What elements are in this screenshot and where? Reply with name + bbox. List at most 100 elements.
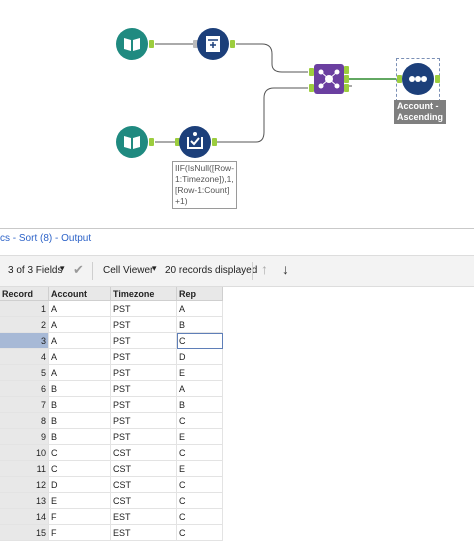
cell-timezone[interactable]: PST [110,316,177,333]
cell-rep[interactable]: C [176,444,223,461]
cell-account[interactable]: A [48,300,111,317]
column-header-record[interactable]: Record [0,287,49,301]
cell-account[interactable]: B [48,380,111,397]
cell-timezone[interactable]: PST [110,348,177,365]
cell-account[interactable]: A [48,348,111,365]
cell-rep[interactable]: C [176,476,223,493]
table-row[interactable]: 15 F EST C [0,524,223,541]
cell-record[interactable]: 4 [0,348,49,365]
check-icon[interactable]: ✔ [73,262,84,278]
cell-account[interactable]: F [48,508,111,525]
sort-tool[interactable] [402,63,434,95]
cell-timezone[interactable]: CST [110,492,177,509]
input-data-tool-1[interactable] [116,28,148,60]
cell-record[interactable]: 13 [0,492,49,509]
dropdown-arrow-icon[interactable]: ▾ [152,263,157,274]
multi-row-formula-tool[interactable] [179,126,211,158]
cell-rep[interactable]: B [176,396,223,413]
cell-timezone[interactable]: PST [110,412,177,429]
table-row[interactable]: 3 A PST C [0,332,223,349]
table-row[interactable]: 14 F EST C [0,508,223,525]
append-tool[interactable] [197,28,229,60]
table-row[interactable]: 5 A PST E [0,364,223,381]
join-j-output[interactable] [344,75,349,83]
output-anchor[interactable] [212,138,217,146]
output-anchor[interactable] [149,138,154,146]
table-row[interactable]: 10 C CST C [0,444,223,461]
cell-account[interactable]: B [48,412,111,429]
cell-timezone[interactable]: CST [110,444,177,461]
arrow-down-icon[interactable]: ↓ [282,261,289,277]
cell-viewer-dropdown[interactable]: Cell Viewer [103,265,153,276]
cell-record[interactable]: 1 [0,300,49,317]
cell-record[interactable]: 14 [0,508,49,525]
cell-record[interactable]: 3 [0,332,49,349]
table-row[interactable]: 4 A PST D [0,348,223,365]
cell-rep[interactable]: E [176,460,223,477]
cell-account[interactable]: A [48,332,111,349]
cell-record[interactable]: 5 [0,364,49,381]
cell-rep[interactable]: C [176,332,223,349]
table-row[interactable]: 8 B PST C [0,412,223,429]
fields-dropdown[interactable]: 3 of 3 Fields [8,265,62,276]
column-header-rep[interactable]: Rep [176,287,223,301]
cell-account[interactable]: E [48,492,111,509]
column-header-timezone[interactable]: Timezone [110,287,177,301]
cell-rep[interactable]: E [176,364,223,381]
output-anchor[interactable] [435,75,440,83]
join-l-output[interactable] [344,66,349,74]
workflow-canvas[interactable]: IIF(IsNull([Row- 1:Timezone]),1, [Row-1:… [0,0,474,228]
cell-record[interactable]: 10 [0,444,49,461]
cell-timezone[interactable]: CST [110,476,177,493]
cell-account[interactable]: D [48,476,111,493]
output-anchor[interactable] [149,40,154,48]
cell-record[interactable]: 9 [0,428,49,445]
cell-account[interactable]: C [48,444,111,461]
dropdown-arrow-icon[interactable]: ▾ [60,263,65,274]
cell-record[interactable]: 8 [0,412,49,429]
cell-rep[interactable]: C [176,524,223,541]
column-header-account[interactable]: Account [48,287,111,301]
cell-timezone[interactable]: PST [110,332,177,349]
cell-timezone[interactable]: PST [110,396,177,413]
output-anchor[interactable] [230,40,235,48]
cell-account[interactable]: A [48,364,111,381]
cell-account[interactable]: C [48,460,111,477]
arrow-up-icon[interactable]: ↑ [261,261,268,277]
cell-timezone[interactable]: PST [110,380,177,397]
table-row[interactable]: 12 D CST C [0,476,223,493]
cell-account[interactable]: A [48,316,111,333]
cell-rep[interactable]: B [176,316,223,333]
cell-timezone[interactable]: PST [110,300,177,317]
cell-rep[interactable]: C [176,508,223,525]
cell-record[interactable]: 15 [0,524,49,541]
cell-rep[interactable]: A [176,380,223,397]
join-tool[interactable] [314,64,344,94]
cell-record[interactable]: 12 [0,476,49,493]
cell-timezone[interactable]: PST [110,364,177,381]
join-r-output[interactable] [344,84,349,92]
table-row[interactable]: 11 C CST E [0,460,223,477]
cell-rep[interactable]: D [176,348,223,365]
cell-record[interactable]: 7 [0,396,49,413]
table-row[interactable]: 7 B PST B [0,396,223,413]
cell-account[interactable]: B [48,396,111,413]
cell-timezone[interactable]: PST [110,428,177,445]
cell-record[interactable]: 2 [0,316,49,333]
input-data-tool-2[interactable] [116,126,148,158]
cell-account[interactable]: F [48,524,111,541]
table-row[interactable]: 13 E CST C [0,492,223,509]
cell-rep[interactable]: C [176,412,223,429]
cell-timezone[interactable]: CST [110,460,177,477]
cell-timezone[interactable]: EST [110,508,177,525]
table-row[interactable]: 2 A PST B [0,316,223,333]
cell-account[interactable]: B [48,428,111,445]
cell-record[interactable]: 11 [0,460,49,477]
cell-timezone[interactable]: EST [110,524,177,541]
cell-rep[interactable]: A [176,300,223,317]
table-row[interactable]: 6 B PST A [0,380,223,397]
table-row[interactable]: 1 A PST A [0,300,223,317]
cell-rep[interactable]: E [176,428,223,445]
cell-rep[interactable]: C [176,492,223,509]
table-row[interactable]: 9 B PST E [0,428,223,445]
